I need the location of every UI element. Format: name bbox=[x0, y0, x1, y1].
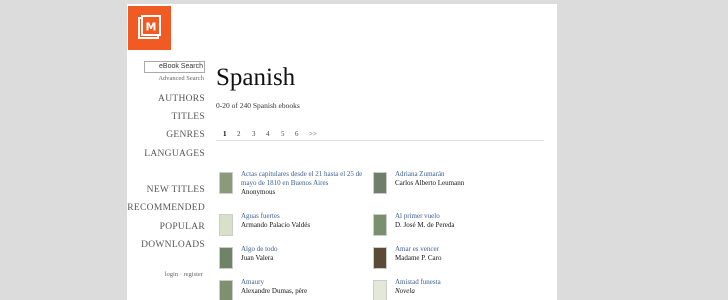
site-logo[interactable]: M bbox=[128, 6, 171, 50]
book-title[interactable]: Amaury bbox=[241, 278, 371, 287]
search-input[interactable]: eBook Search bbox=[144, 61, 205, 73]
book-logo-icon: M bbox=[138, 15, 161, 39]
nav-new-titles[interactable]: NEW TITLES bbox=[147, 185, 205, 195]
book-cover[interactable] bbox=[373, 214, 387, 236]
book-author: Armando Palacio Valdés bbox=[241, 221, 311, 229]
book-title[interactable]: Actas capitulares desde el 21 hasta el 2… bbox=[241, 170, 371, 188]
book-cover[interactable] bbox=[373, 280, 387, 300]
book-title[interactable]: Al primer vuelo bbox=[395, 212, 525, 221]
nav-popular[interactable]: POPULAR bbox=[160, 222, 205, 232]
book-author: D. José M. de Pereda bbox=[395, 221, 455, 229]
book-cover[interactable] bbox=[373, 172, 387, 194]
book-author: Anonymous bbox=[241, 188, 276, 196]
sidebar: eBook Search Advanced Search AUTHORS TIT… bbox=[127, 50, 209, 300]
divider bbox=[216, 140, 544, 141]
book-cover[interactable] bbox=[219, 214, 233, 236]
book-cover[interactable] bbox=[373, 247, 387, 269]
book-title[interactable]: Adriana Zumarán bbox=[395, 170, 525, 179]
page-link-6[interactable]: 6 bbox=[295, 130, 299, 138]
result-count: 0-20 of 240 Spanish ebooks bbox=[216, 101, 300, 110]
advanced-search-link[interactable]: Advanced Search bbox=[158, 75, 204, 82]
page-link-2[interactable]: 2 bbox=[237, 130, 241, 138]
nav-authors[interactable]: AUTHORS bbox=[158, 94, 205, 104]
nav-titles[interactable]: TITLES bbox=[172, 112, 205, 122]
book-cover[interactable] bbox=[219, 247, 233, 269]
book-author: Novela bbox=[395, 287, 415, 295]
book-author: Madame P. Caro bbox=[395, 254, 442, 262]
header: M bbox=[127, 4, 557, 50]
book-cover[interactable] bbox=[219, 280, 233, 300]
book-title[interactable]: Amar es vencer bbox=[395, 245, 525, 254]
nav-recommended[interactable]: RECOMMENDED bbox=[127, 203, 205, 213]
book-author: Alexandre Dumas, père bbox=[241, 287, 308, 295]
svg-text:M: M bbox=[146, 21, 157, 34]
book-cover[interactable] bbox=[219, 172, 233, 194]
book-author: Juan Valera bbox=[241, 254, 274, 262]
book-title[interactable]: Amistad funesta bbox=[395, 278, 525, 287]
page-link-1[interactable]: 1 bbox=[223, 130, 227, 138]
page-link-5[interactable]: 5 bbox=[281, 130, 285, 138]
page-link-4[interactable]: 4 bbox=[266, 130, 270, 138]
book-author: Carlos Alberto Leumann bbox=[395, 179, 465, 187]
main-content: Spanish 0-20 of 240 Spanish ebooks 1 2 3… bbox=[209, 50, 557, 300]
nav-genres[interactable]: GENRES bbox=[166, 130, 205, 140]
page-title: Spanish bbox=[216, 64, 296, 91]
page-link-3[interactable]: 3 bbox=[252, 130, 256, 138]
nav-downloads[interactable]: DOWNLOADS bbox=[141, 240, 205, 250]
page-frame: M eBook Search Advanced Search AUTHORS T… bbox=[127, 4, 557, 300]
login-register-link[interactable]: login · register bbox=[165, 271, 203, 278]
nav-languages[interactable]: LANGUAGES bbox=[144, 149, 205, 159]
book-title[interactable]: Aguas fuertes bbox=[241, 212, 371, 221]
page-next[interactable]: >> bbox=[309, 130, 317, 138]
book-title[interactable]: Algo de todo bbox=[241, 245, 371, 254]
